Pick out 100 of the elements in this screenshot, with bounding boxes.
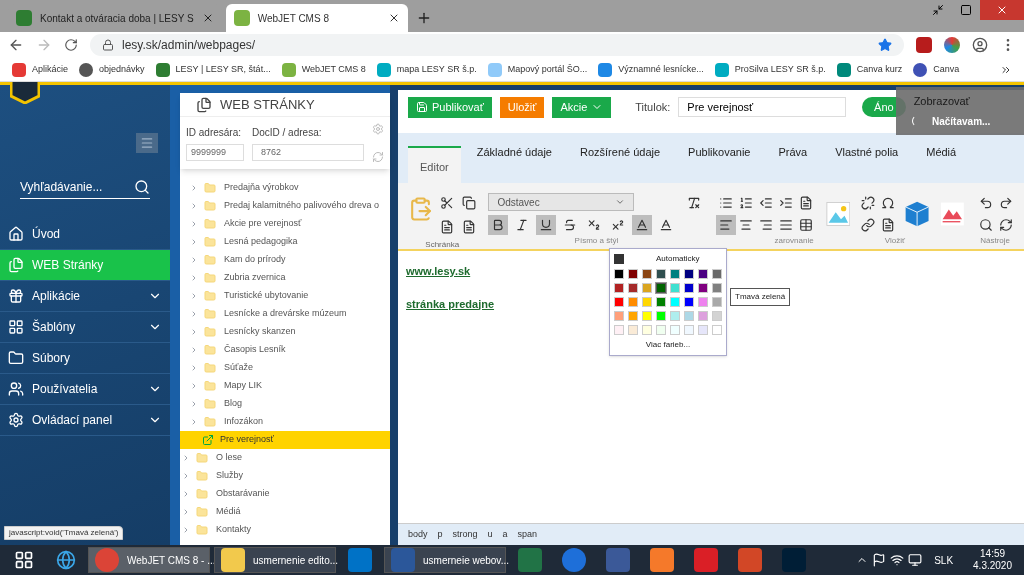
color-swatch[interactable] xyxy=(656,283,666,293)
home-icon xyxy=(8,226,24,242)
bookmark[interactable]: Aplikácie xyxy=(12,62,69,77)
bookmark[interactable]: ProSilva LESY SR š.p. xyxy=(714,62,826,77)
flag-icon[interactable] xyxy=(872,553,887,567)
title-field[interactable]: Pre verejnosť xyxy=(678,97,847,117)
editor-tab[interactable]: Publikovanie xyxy=(676,134,763,171)
gallery-icon[interactable] xyxy=(939,200,965,228)
start-icon[interactable] xyxy=(14,550,34,570)
tree-item[interactable]: Akcie pre verejnosť xyxy=(180,215,390,233)
menu-icon xyxy=(140,136,154,150)
editor-tab[interactable]: Rozšírené údaje xyxy=(568,134,673,171)
tree-item[interactable]: Mapy LIK xyxy=(180,377,390,395)
tree-item[interactable]: Pre verejnosť xyxy=(180,431,390,449)
taskbar-button[interactable]: usmernenie edito... xyxy=(214,547,336,573)
input-field[interactable]: 8762 xyxy=(252,144,364,161)
minimize-icon xyxy=(932,4,944,16)
content-link[interactable]: stránka predajne xyxy=(406,295,495,312)
group-label: Schránka xyxy=(425,239,460,251)
bookmark[interactable]: Canva kurz xyxy=(836,62,903,77)
tree-item[interactable]: Lesnícky skanzen xyxy=(180,323,390,341)
element-path-item[interactable]: body xyxy=(408,527,428,542)
editor-tab[interactable]: Médiá xyxy=(914,134,969,171)
expand-icon xyxy=(190,382,198,390)
auto-color-option[interactable]: Automaticky xyxy=(656,253,700,265)
tree-item[interactable]: O lese xyxy=(180,449,390,467)
align-left-icon[interactable] xyxy=(716,215,737,235)
tree-item[interactable]: Infozákon xyxy=(180,413,390,431)
editor-tab[interactable]: Základné údaje xyxy=(464,134,564,171)
underline-icon[interactable] xyxy=(536,215,557,235)
search-field[interactable]: Vyhľadávanie... xyxy=(20,175,150,199)
menu-toggle-button[interactable] xyxy=(136,133,158,153)
tree-item[interactable]: Predaj kalamitného palivového dreva o xyxy=(180,197,390,215)
editor-tab[interactable]: Editor xyxy=(408,146,461,183)
maximize-icon xyxy=(960,4,972,16)
style-select[interactable]: Odstavec xyxy=(488,193,635,211)
bookmark[interactable]: LESY | LESY SR, štát... xyxy=(155,62,271,77)
more-colors-link[interactable]: Viac farieb... xyxy=(645,339,691,351)
tree-item[interactable]: Lesná pedagogika xyxy=(180,233,390,251)
text-color-icon[interactable] xyxy=(632,215,653,235)
browser-tab[interactable]: WebJET CMS 8 xyxy=(225,4,408,32)
back-icon[interactable] xyxy=(8,37,24,53)
expand-icon xyxy=(190,346,198,354)
close-icon xyxy=(996,4,1008,16)
element-path-item[interactable]: span xyxy=(517,527,538,542)
bookmark-star-icon[interactable] xyxy=(878,38,892,52)
language-indicator[interactable]: SLK xyxy=(934,552,954,568)
taskbar-button[interactable]: usmerneie webov... xyxy=(384,547,506,573)
expand-icon xyxy=(190,202,198,210)
bold-icon[interactable] xyxy=(488,215,509,235)
lock-icon xyxy=(102,39,114,51)
editor-tab[interactable]: Vlastné polia xyxy=(823,134,911,171)
visibility-label: Zobrazovať xyxy=(913,93,971,109)
sidebar-item[interactable]: Aplikácie xyxy=(0,281,170,312)
tree-item[interactable]: Zubria zvernica xyxy=(180,269,390,287)
tree-item[interactable]: Turistické ubytovanie xyxy=(180,287,390,305)
grid-icon xyxy=(8,319,24,335)
tree-item[interactable]: Časopis Lesník xyxy=(180,341,390,359)
pages-icon xyxy=(8,257,24,273)
bookmark[interactable]: mapa LESY SR š.p. xyxy=(376,62,477,77)
bookmark[interactable]: WebJET CMS 8 xyxy=(281,62,366,77)
tree-item[interactable]: Služby xyxy=(180,467,390,485)
auto-color-swatch[interactable] xyxy=(614,254,624,264)
reload-icon[interactable] xyxy=(64,38,78,52)
input-field[interactable]: 9999999 xyxy=(186,144,244,161)
element-path-item[interactable]: a xyxy=(502,527,508,542)
tree-item[interactable]: Kontakty xyxy=(180,521,390,539)
tree-item[interactable]: Obstarávanie xyxy=(180,485,390,503)
content-link[interactable]: www.lesy.sk xyxy=(406,263,471,280)
tree-item[interactable]: Blog xyxy=(180,395,390,413)
bookmark[interactable]: objednávky xyxy=(79,62,145,77)
expand-icon xyxy=(182,454,190,462)
tree-item[interactable]: Predajňa výrobkov xyxy=(180,179,390,197)
bookmark[interactable]: Mapový portál ŠO... xyxy=(487,62,588,77)
tree-item[interactable]: Médiá xyxy=(180,503,390,521)
element-path-item[interactable]: p xyxy=(437,527,443,542)
bookmark[interactable]: Významné lesnícke... xyxy=(598,62,704,77)
clock-time: 14:59 xyxy=(980,547,1006,560)
expand-icon xyxy=(190,364,198,372)
sidebar-item[interactable]: Šablóny xyxy=(0,312,170,343)
group-label: Vložiť xyxy=(884,235,906,247)
link-icon xyxy=(202,434,214,446)
expand-icon xyxy=(190,238,198,246)
element-path-item[interactable]: strong xyxy=(452,527,478,542)
expand-icon xyxy=(182,526,190,534)
tree-item[interactable]: Lesnícke a drevárske múzeum xyxy=(180,305,390,323)
expand-icon xyxy=(182,490,190,498)
element-path-item[interactable]: u xyxy=(487,527,493,542)
tree-item[interactable]: Kam do prírody xyxy=(180,251,390,269)
display-icon[interactable] xyxy=(908,553,923,567)
bookmark[interactable]: Canva xyxy=(913,62,960,77)
field-label: Titulok: xyxy=(635,99,671,115)
network-icon[interactable] xyxy=(890,553,905,567)
profile-icon[interactable] xyxy=(972,37,988,53)
address-field[interactable]: lesy.sk/admin/webpages/ xyxy=(90,34,904,56)
editor-tab[interactable]: Práva xyxy=(766,134,820,171)
settings-icon xyxy=(8,412,24,428)
clock-date: 4.3.2020 xyxy=(973,560,1012,573)
tree-item[interactable]: Súťaže xyxy=(180,359,390,377)
color-extension-icon[interactable] xyxy=(944,37,960,53)
